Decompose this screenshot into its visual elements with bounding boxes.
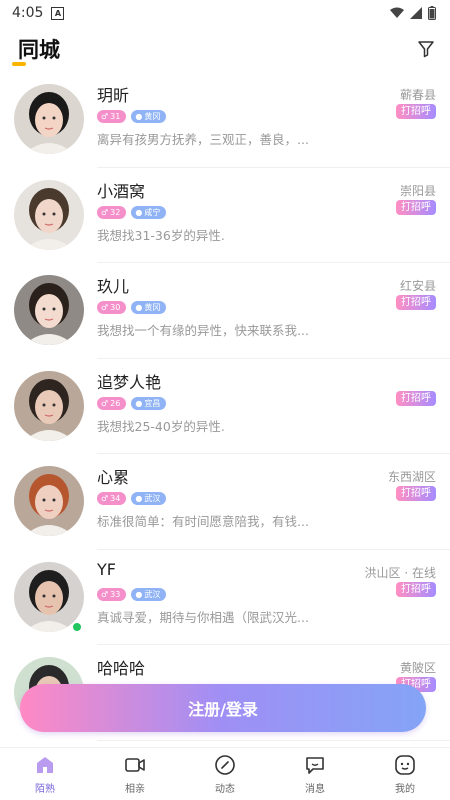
user-badges: ♂ 32 ● 咸宁 [97,205,167,219]
user-name: 哈哈哈 [97,659,146,678]
user-name: YF [97,559,116,579]
avatar[interactable] [14,275,84,345]
user-description: 我想找一个有缘的异性，快来联系我... [97,323,309,338]
profile-icon [395,755,415,775]
register-login-button[interactable]: 注册/登录 [20,684,426,732]
greet-button[interactable]: 打招呼 [396,199,436,215]
age-badge: ♂ 31 [97,110,127,123]
tab-label: 我的 [395,784,415,795]
user-name: 追梦人艳 [97,372,162,392]
tab-label: 消息 [305,784,325,795]
status-time: 4:05 [12,5,44,21]
list-item[interactable]: 追梦人艳 ♂ 26 ● 宜昌 我想找25-40岁的异性. 打招呼 [0,359,450,454]
age-badge: ♂ 30 [97,301,127,314]
user-list: 玥昕 ♂ 31 ● 黄冈 离异有孩男方抚养，三观正，善良，... 蕲春县 打招呼 小酒… [0,72,450,748]
city-badge: ● 黄冈 [131,301,167,314]
user-name: 玥昕 [97,86,130,105]
status-bar: 4:05 A [0,0,450,26]
greet-button[interactable]: 打招呼 [396,295,436,310]
tab-home[interactable]: 陌熟 [0,748,90,800]
city-badge: ● 咸宁 [131,205,167,219]
video-icon [125,758,145,772]
chat-icon [306,757,324,774]
compass-icon [215,755,235,775]
home-icon [37,757,53,773]
online-status-dot [71,620,83,633]
tab-chat[interactable]: 消息 [270,748,360,800]
bottom-nav: 陌熟 相亲 动态 消息 我的 [0,747,450,800]
age-badge: ♂ 26 [97,396,127,410]
user-badges: ♂ 33 ● 武汉 [97,587,167,601]
list-item[interactable]: YF ♂ 33 ● 武汉 真诚寻爱，期待与你相遇（限武汉光... 洪山区 · 在线 打… [0,550,450,645]
user-badges: ♂ 30 ● 黄冈 [97,301,167,314]
age-badge: ♂ 33 [97,587,127,601]
tab-compass[interactable]: 动态 [180,748,270,800]
user-description: 我想找25-40岁的异性. [97,418,225,434]
notification-icon: A [51,6,65,20]
user-description: 标准很简单：有时间愿意陪我，有钱... [97,514,309,529]
gender-icon: ♂ [101,207,109,217]
city-badge: ● 宜昌 [131,396,167,410]
city-badge: ● 武汉 [131,587,167,601]
list-item[interactable]: 小酒窝 ♂ 32 ● 咸宁 我想找31-36岁的异性. 崇阳县 打招呼 [0,168,450,263]
list-item[interactable]: 心累 ♂ 34 ● 武汉 标准很简单：有时间愿意陪我，有钱... 东西湖区 打招呼 [0,454,450,550]
location-pin-icon: ● [135,303,143,312]
user-location: 洪山区 · 在线 [364,565,436,580]
user-location: 红安县 [399,279,436,293]
tab-label: 陌熟 [35,784,55,795]
user-location: 蕲春县 [399,88,436,102]
location-pin-icon: ● [135,589,143,599]
location-pin-icon: ● [135,207,143,217]
greet-button[interactable]: 打招呼 [396,581,436,597]
gender-icon: ♂ [101,589,109,599]
user-badges: ♂ 34 ● 武汉 [97,492,167,505]
user-description: 真诚寻爱，期待与你相遇（限武汉光... [97,609,309,625]
page-header: 同城 [0,26,450,72]
battery-icon [428,6,436,20]
avatar[interactable] [14,84,84,154]
row-divider [97,739,450,741]
avatar[interactable] [14,466,84,536]
location-pin-icon: ● [135,398,143,408]
tab-label: 动态 [215,784,235,795]
title-indicator [12,62,26,66]
user-badges: ♂ 31 ● 黄冈 [97,110,167,123]
gender-icon: ♂ [101,494,109,503]
tab-profile[interactable]: 我的 [360,748,450,800]
age-badge: ♂ 34 [97,492,127,505]
user-name: 心累 [97,468,130,487]
greet-button[interactable]: 打招呼 [396,390,436,406]
list-item[interactable]: 玥昕 ♂ 31 ● 黄冈 离异有孩男方抚养，三观正，善良，... 蕲春县 打招呼 [0,72,450,168]
location-pin-icon: ● [135,112,143,121]
user-description: 我想找31-36岁的异性. [97,227,225,243]
signal-icon [410,7,422,19]
greet-button[interactable]: 打招呼 [396,104,436,119]
user-location: 黄陂区 [399,661,436,675]
tab-video[interactable]: 相亲 [90,748,180,800]
location-pin-icon: ● [135,494,143,503]
wifi-icon [390,7,404,18]
user-name: 玖儿 [97,277,130,296]
filter-icon[interactable] [416,39,436,59]
page-title: 同城 [18,38,60,62]
user-description: 离异有孩男方抚养，三观正，善良，... [97,132,309,147]
avatar[interactable] [14,370,84,441]
user-location: 东西湖区 [387,470,436,484]
city-badge: ● 武汉 [131,492,167,505]
avatar[interactable] [14,179,84,250]
user-name: 小酒窝 [97,181,146,201]
gender-icon: ♂ [101,303,109,312]
list-item[interactable]: 玖儿 ♂ 30 ● 黄冈 我想找一个有缘的异性，快来联系我... 红安县 打招呼 [0,263,450,359]
user-badges: ♂ 26 ● 宜昌 [97,396,167,410]
greet-button[interactable]: 打招呼 [396,486,436,501]
tab-label: 相亲 [125,784,145,795]
age-badge: ♂ 32 [97,205,127,219]
city-badge: ● 黄冈 [131,110,167,123]
user-location: 崇阳县 [399,183,436,198]
gender-icon: ♂ [101,112,109,121]
gender-icon: ♂ [101,398,109,408]
